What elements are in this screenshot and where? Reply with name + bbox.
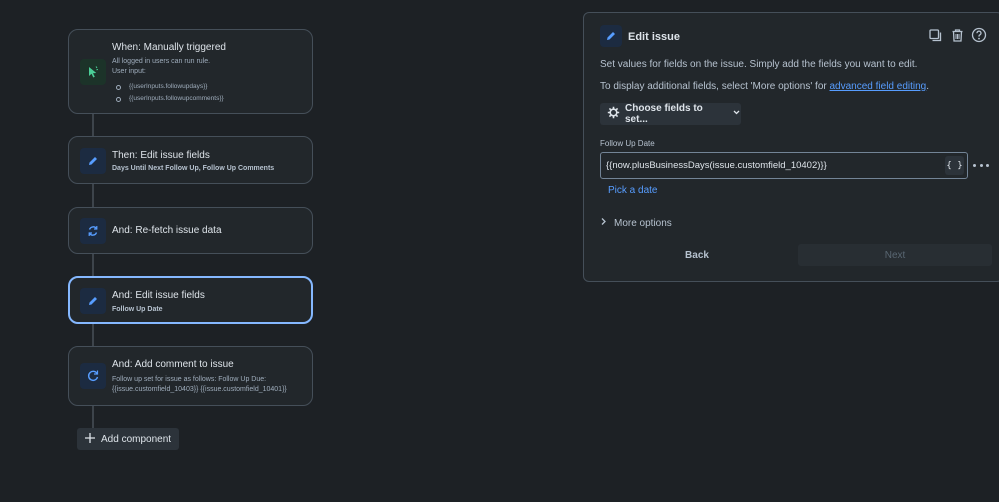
field-value: {{now.plusBusinessDays(issue.customfield… bbox=[606, 160, 827, 171]
comment-refresh-icon bbox=[80, 363, 106, 389]
panel-title: Edit issue bbox=[628, 31, 680, 43]
trigger-user-input-label: User input: bbox=[112, 68, 146, 75]
smart-value-button[interactable]: { } bbox=[945, 156, 964, 175]
pencil-icon bbox=[80, 148, 106, 174]
step-desc: {{issue.customfield_10403}} {{issue.cust… bbox=[112, 386, 287, 393]
flow-connector bbox=[92, 406, 94, 428]
trigger-title: When: Manually triggered bbox=[112, 42, 226, 53]
list-item: {{userInputs.followupcomments}} bbox=[112, 93, 224, 105]
plus-icon bbox=[84, 432, 96, 447]
trigger-desc: All logged in users can run rule. bbox=[112, 58, 211, 65]
panel-description-more: To display additional fields, select 'Mo… bbox=[600, 81, 930, 92]
step-subtitle: Follow Up Date bbox=[112, 306, 163, 313]
more-options-toggle[interactable]: More options bbox=[600, 217, 672, 229]
trigger-card[interactable]: When: Manually triggered All logged in u… bbox=[68, 29, 313, 114]
step-title: And: Add comment to issue bbox=[112, 359, 234, 370]
more-options-label: More options bbox=[614, 217, 672, 229]
step-title: And: Re-fetch issue data bbox=[112, 225, 222, 236]
help-icon[interactable] bbox=[971, 27, 987, 43]
cursor-click-icon bbox=[80, 59, 106, 85]
list-item: {{userInputs.followupdays}} bbox=[112, 81, 224, 93]
step-refetch-issue-data[interactable]: And: Re-fetch issue data bbox=[68, 207, 313, 254]
pencil-icon bbox=[600, 25, 622, 47]
more-actions-icon[interactable] bbox=[973, 159, 989, 171]
step-desc: Follow up set for issue as follows: Foll… bbox=[112, 376, 267, 383]
trash-icon[interactable] bbox=[949, 27, 965, 43]
follow-up-date-field[interactable]: {{now.plusBusinessDays(issue.customfield… bbox=[600, 152, 968, 179]
flow-connector bbox=[92, 254, 94, 276]
choose-fields-button[interactable]: Choose fields to set... bbox=[600, 103, 741, 125]
add-component-button[interactable]: Add component bbox=[77, 428, 179, 450]
choose-fields-label: Choose fields to set... bbox=[625, 103, 703, 125]
pencil-icon bbox=[80, 288, 106, 314]
panel-description: Set values for fields on the issue. Simp… bbox=[600, 59, 918, 70]
flow-connector bbox=[92, 113, 94, 137]
next-button[interactable]: Next bbox=[798, 244, 992, 266]
gear-icon bbox=[607, 106, 620, 122]
flow-connector bbox=[92, 324, 94, 347]
pick-a-date-link[interactable]: Pick a date bbox=[608, 185, 657, 196]
step-edit-issue-fields-selected[interactable]: And: Edit issue fields Follow Up Date bbox=[68, 276, 313, 324]
step-subtitle: Days Until Next Follow Up, Follow Up Com… bbox=[112, 165, 275, 172]
refresh-icon bbox=[80, 218, 106, 244]
user-input-list: {{userInputs.followupdays}} {{userInputs… bbox=[112, 81, 224, 105]
step-edit-issue-fields[interactable]: Then: Edit issue fields Days Until Next … bbox=[68, 136, 313, 184]
chevron-down-icon bbox=[732, 108, 741, 120]
back-button[interactable]: Back bbox=[600, 244, 794, 266]
step-add-comment[interactable]: And: Add comment to issue Follow up set … bbox=[68, 346, 313, 406]
duplicate-icon[interactable] bbox=[927, 27, 943, 43]
chevron-right-icon bbox=[600, 217, 607, 229]
follow-up-date-label: Follow Up Date bbox=[600, 139, 655, 148]
step-title: And: Edit issue fields bbox=[112, 290, 205, 301]
advanced-field-editing-link[interactable]: advanced field editing bbox=[830, 81, 927, 92]
step-title: Then: Edit issue fields bbox=[112, 150, 210, 161]
edit-issue-panel: Edit issue Set values for fields on the … bbox=[583, 12, 999, 282]
panel-toolbar bbox=[927, 27, 987, 43]
add-component-label: Add component bbox=[101, 433, 172, 445]
flow-connector bbox=[92, 184, 94, 207]
